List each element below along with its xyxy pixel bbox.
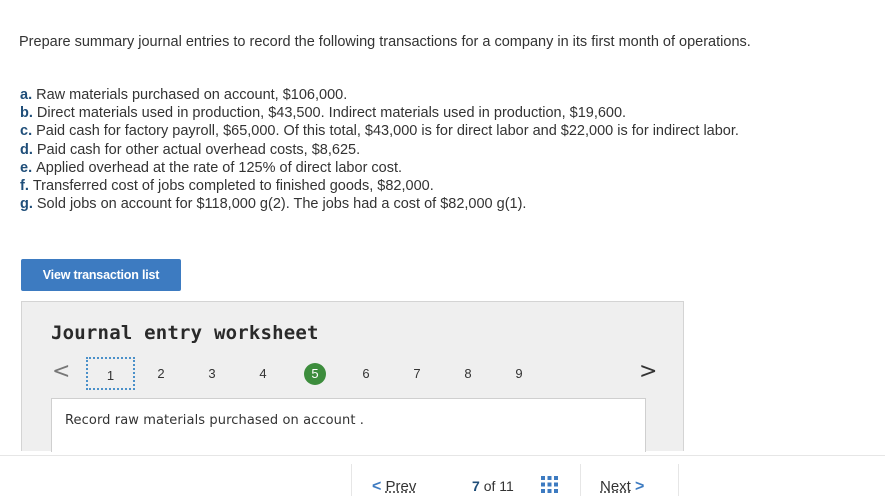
worksheet-page-4[interactable]: 4 <box>253 364 273 384</box>
transaction-letter: e. <box>20 159 33 176</box>
chevron-right-icon: > <box>635 478 645 495</box>
transaction-list: a. Raw materials purchased on account, $1… <box>20 86 739 213</box>
worksheet-page-5[interactable]: 5 <box>304 363 326 385</box>
transaction-text: Sold jobs on account for $118,000 g(2). … <box>36 196 527 213</box>
transaction-letter: g. <box>20 196 33 213</box>
transaction-text: Direct materials used in production, $43… <box>36 105 627 122</box>
current-question: 7 <box>472 478 480 494</box>
entry-instruction-box: Record raw materials purchased on accoun… <box>51 398 646 452</box>
transaction-text: Raw materials purchased on account, $106… <box>36 87 348 103</box>
of-label: of <box>483 478 496 494</box>
prev-label: Prev <box>385 478 417 495</box>
transaction-c: c. Paid cash for factory payroll, $65,000… <box>20 122 739 140</box>
transaction-letter: c. <box>20 123 33 140</box>
worksheet-prev-arrow-icon[interactable]: < <box>52 360 70 384</box>
journal-entry-worksheet: Journal entry worksheet < 1 2 3 4 5 6 7 … <box>21 301 684 452</box>
nav-separator <box>678 464 679 496</box>
transaction-d: d. Paid cash for other actual overhead co… <box>20 141 739 159</box>
entry-instruction: Record raw materials purchased on accoun… <box>65 413 365 428</box>
total-questions: 11 <box>499 478 514 494</box>
transaction-g: g. Sold jobs on account for $118,000 g(2)… <box>20 195 739 213</box>
transaction-letter: d. <box>20 141 33 158</box>
transaction-e: e. Applied overhead at the rate of 125% o… <box>20 159 739 177</box>
worksheet-next-arrow-icon[interactable]: > <box>639 360 657 384</box>
worksheet-page-2[interactable]: 2 <box>151 364 171 384</box>
transaction-text: Paid cash for factory payroll, $65,000. … <box>36 123 739 140</box>
nav-separator <box>351 464 352 496</box>
prev-button[interactable]: < Prev <box>372 478 416 496</box>
question-navigation-bar: < Prev 7 of 11 Next > <box>0 455 885 496</box>
worksheet-title: Journal entry worksheet <box>51 322 319 344</box>
transaction-a: a. Raw materials purchased on account, $1… <box>20 86 739 104</box>
transaction-letter: a. <box>20 87 33 103</box>
question-counter: 7 of 11 <box>472 478 514 494</box>
worksheet-page-7[interactable]: 7 <box>407 364 427 384</box>
transaction-text: Applied overhead at the rate of 125% of … <box>36 159 403 176</box>
transaction-b: b. Direct materials used in production, $… <box>20 104 739 122</box>
next-label: Next <box>600 478 631 495</box>
transaction-text: Paid cash for other actual overhead cost… <box>36 141 361 158</box>
view-transaction-list-button[interactable]: View transaction list <box>21 259 181 291</box>
worksheet-page-9[interactable]: 9 <box>509 364 529 384</box>
chevron-left-icon: < <box>372 478 382 495</box>
nav-separator <box>580 464 581 496</box>
transaction-text: Transferred cost of jobs completed to fi… <box>32 178 434 195</box>
transaction-letter: f. <box>20 178 29 195</box>
worksheet-page-1[interactable]: 1 <box>86 357 135 390</box>
transaction-letter: b. <box>20 105 33 122</box>
worksheet-page-6[interactable]: 6 <box>356 364 376 384</box>
question-prompt: Prepare summary journal entries to recor… <box>19 34 751 50</box>
transaction-f: f. Transferred cost of jobs completed to … <box>20 177 739 195</box>
worksheet-page-3[interactable]: 3 <box>202 364 222 384</box>
grid-icon[interactable] <box>541 476 558 493</box>
worksheet-page-8[interactable]: 8 <box>458 364 478 384</box>
next-button[interactable]: Next > <box>600 478 644 496</box>
